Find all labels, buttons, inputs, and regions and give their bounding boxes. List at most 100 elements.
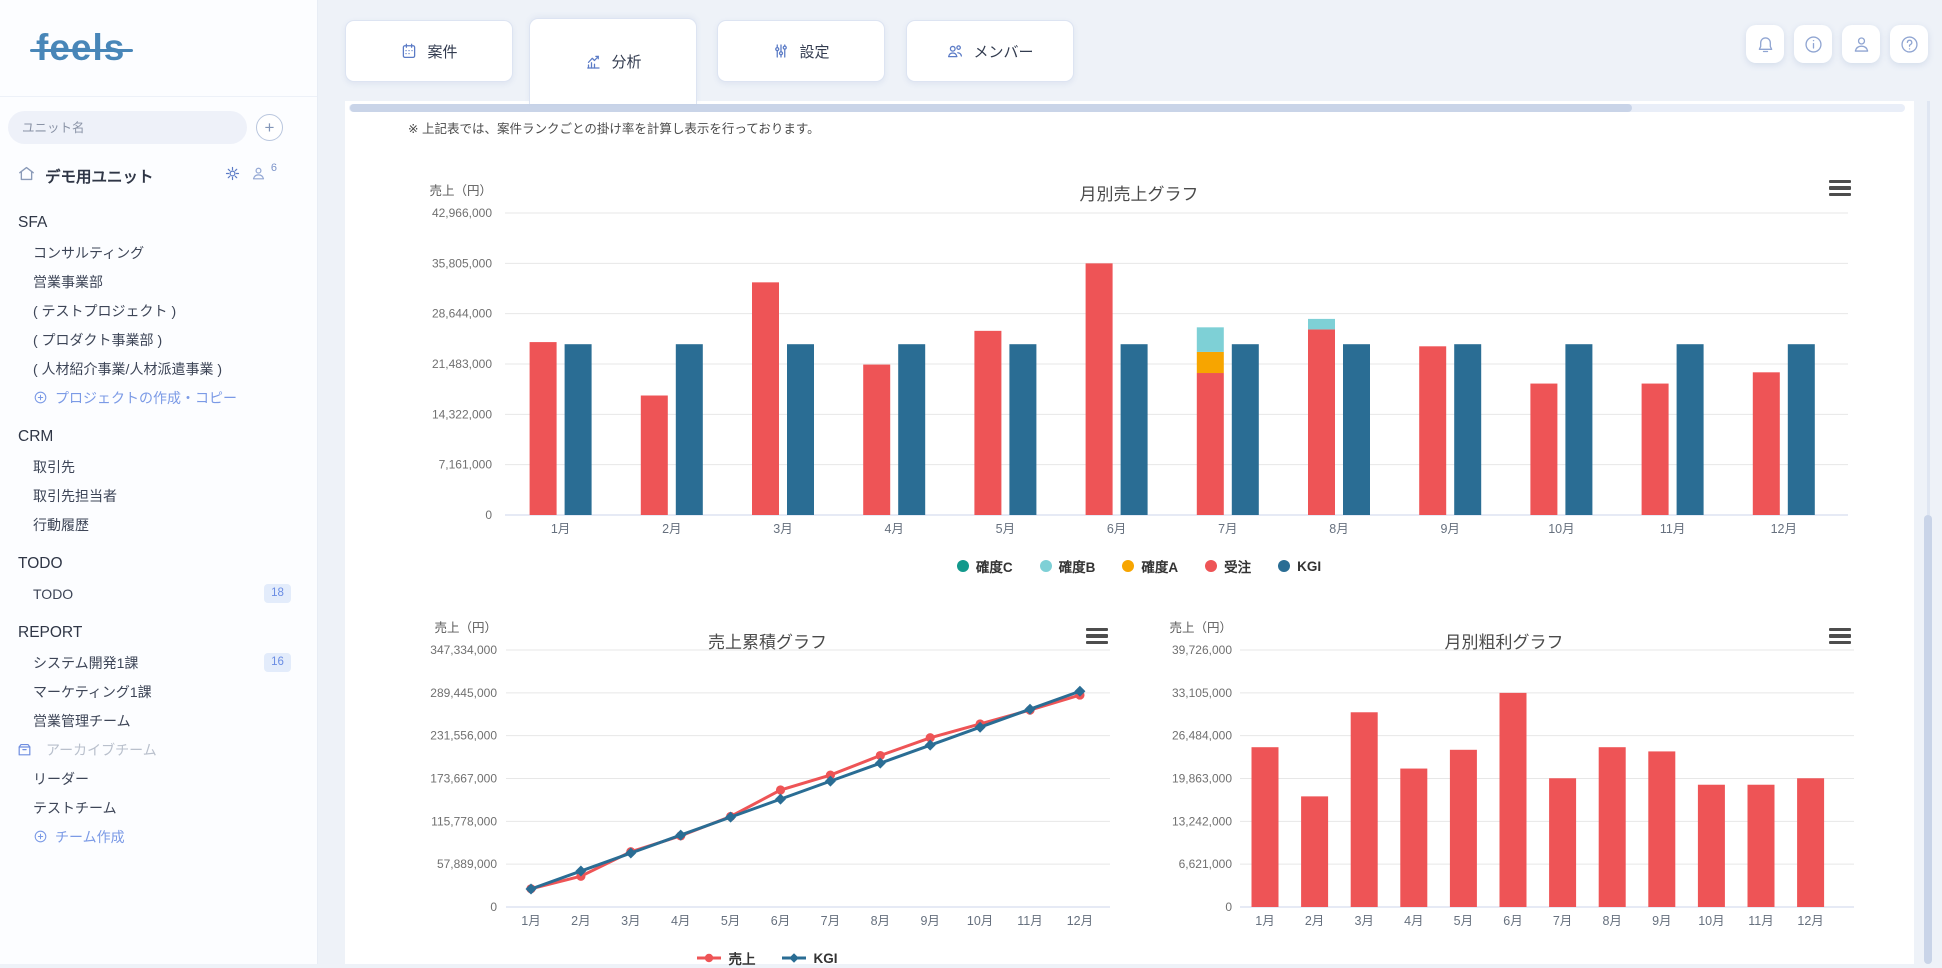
plus-circle-icon [33,390,48,405]
bar-受注-8月[interactable] [1308,329,1335,515]
unit-row[interactable]: デモ用ユニット 6 [0,154,317,194]
bar-確度B-8月[interactable] [1308,319,1335,330]
bar-KGI-8月[interactable] [1343,344,1370,515]
monthly-profit-plot[interactable]: 39,726,00033,105,00026,484,00019,863,000… [1150,618,1858,943]
bar-KGI-3月[interactable] [787,344,814,515]
sidebar-item-マーケティング1課[interactable]: マーケティング1課 [0,677,317,706]
horizontal-scrollbar[interactable] [349,104,1905,112]
user-button[interactable] [1842,25,1880,63]
sidebar-item-チーム作成[interactable]: チーム作成 [0,822,317,851]
add-unit-button[interactable]: + [256,114,283,141]
cumulative-sales-plot[interactable]: 347,334,000289,445,000231,556,000173,667… [420,618,1115,943]
bar-KGI-9月[interactable] [1454,344,1481,515]
bar-KGI-1月[interactable] [565,344,592,515]
bar-受注-2月[interactable] [641,396,668,515]
sidebar-item-システム開発1課[interactable]: システム開発1課16 [0,648,317,677]
bar-受注-1月[interactable] [530,342,557,515]
bar-KGI-5月[interactable] [1009,344,1036,515]
bar-粗利-2月[interactable] [1301,796,1328,907]
sidebar-item-営業事業部[interactable]: 営業事業部 [0,267,317,296]
tab-メンバー[interactable]: メンバー [906,20,1074,82]
unit-members-person-icon[interactable] [250,165,267,187]
sidebar-item-テストチーム[interactable]: テストチーム [0,793,317,822]
bar-粗利-11月[interactable] [1748,785,1775,907]
tab-案件[interactable]: 案件 [345,20,513,82]
vertical-scrollbar-thumb[interactable] [1924,515,1932,964]
bar-粗利-7月[interactable] [1549,778,1576,907]
info-button[interactable] [1794,25,1832,63]
help-button[interactable] [1890,25,1928,63]
sidebar-item-コンサルティング[interactable]: コンサルティング [0,238,317,267]
point-KGI-8月[interactable] [875,758,886,769]
bar-KGI-6月[interactable] [1121,344,1148,515]
bar-受注-9月[interactable] [1419,346,1446,515]
bar-受注-7月[interactable] [1197,373,1224,515]
bar-受注-10月[interactable] [1530,384,1557,515]
legend-item-KGI[interactable]: KGI [782,948,837,968]
legend-item-確度C[interactable]: 確度C [957,556,1013,576]
bar-受注-12月[interactable] [1753,372,1780,515]
line-KGI[interactable] [531,691,1080,889]
monthly-sales-plot[interactable]: 42,966,00035,805,00028,644,00021,483,000… [420,170,1858,550]
bar-KGI-7月[interactable] [1232,344,1259,515]
legend-item-確度B[interactable]: 確度B [1040,556,1096,576]
sidebar-item-リーダー[interactable]: リーダー [0,764,317,793]
archive-box-icon [16,741,33,758]
tab-分析[interactable]: 分析 [529,18,697,104]
notification-bell-button[interactable] [1746,25,1784,63]
sidebar: feels + デモ用ユニット 6 SFAコンサルティング営業事業部( テストプ… [0,0,318,964]
svg-text:7月: 7月 [1218,522,1237,536]
bar-受注-11月[interactable] [1642,384,1669,515]
bar-粗利-10月[interactable] [1698,785,1725,907]
bar-粗利-5月[interactable] [1450,750,1477,907]
bar-KGI-2月[interactable] [676,344,703,515]
bar-粗利-12月[interactable] [1797,778,1824,907]
sidebar-item-( テストプロジェクト )[interactable]: ( テストプロジェクト ) [0,296,317,325]
svg-text:42,966,000: 42,966,000 [432,206,492,220]
sidebar-item-アーカイブチーム[interactable]: アーカイブチーム [0,735,317,764]
monthly-sales-legend: 確度C 確度B 確度A 受注 KGI [420,556,1858,576]
sidebar-item-TODO[interactable]: TODO18 [0,579,317,608]
point-KGI-6月[interactable] [775,794,786,805]
point-KGI-11月[interactable] [1025,704,1036,715]
bar-KGI-10月[interactable] [1565,344,1592,515]
unit-search-input[interactable] [8,111,247,144]
bar-受注-5月[interactable] [974,331,1001,515]
point-売上-6月[interactable] [776,785,785,794]
legend-item-確度A[interactable]: 確度A [1122,556,1178,576]
svg-text:5月: 5月 [721,914,740,928]
bar-粗利-4月[interactable] [1400,769,1427,907]
bar-KGI-11月[interactable] [1677,344,1704,515]
sidebar-item-営業管理チーム[interactable]: 営業管理チーム [0,706,317,735]
bar-KGI-4月[interactable] [898,344,925,515]
unit-settings-gear-icon[interactable] [224,165,241,187]
bar-受注-3月[interactable] [752,282,779,515]
svg-text:7,161,000: 7,161,000 [439,458,493,472]
legend-item-受注[interactable]: 受注 [1205,556,1251,576]
sidebar-item-取引先担当者[interactable]: 取引先担当者 [0,481,317,510]
bar-粗利-9月[interactable] [1648,751,1675,907]
bar-粗利-6月[interactable] [1500,693,1527,907]
legend-item-KGI[interactable]: KGI [1278,556,1321,576]
bar-受注-6月[interactable] [1086,263,1113,515]
bar-粗利-3月[interactable] [1351,712,1378,907]
legend-item-売上[interactable]: 売上 [697,948,755,968]
sidebar-item-取引先[interactable]: 取引先 [0,452,317,481]
legend-marker [957,560,969,572]
point-KGI-4月[interactable] [675,830,686,841]
sidebar-item-プロジェクトの作成・コピー[interactable]: プロジェクトの作成・コピー [0,383,317,412]
bar-粗利-8月[interactable] [1599,747,1626,907]
vertical-scrollbar-track[interactable] [1927,101,1930,515]
horizontal-scrollbar-thumb[interactable] [350,104,1632,112]
bar-受注-4月[interactable] [863,365,890,515]
sidebar-item-行動履歴[interactable]: 行動履歴 [0,510,317,539]
bar-粗利-1月[interactable] [1252,747,1279,907]
point-KGI-9月[interactable] [925,740,936,751]
point-KGI-1月[interactable] [526,884,537,895]
bar-確度A-7月[interactable] [1197,352,1224,373]
sidebar-item-( プロダクト事業部 )[interactable]: ( プロダクト事業部 ) [0,325,317,354]
sidebar-item-( 人材紹介事業/人材派遣事業 )[interactable]: ( 人材紹介事業/人材派遣事業 ) [0,354,317,383]
bar-確度B-7月[interactable] [1197,327,1224,352]
bar-KGI-12月[interactable] [1788,344,1815,515]
tab-設定[interactable]: 設定 [717,20,885,82]
